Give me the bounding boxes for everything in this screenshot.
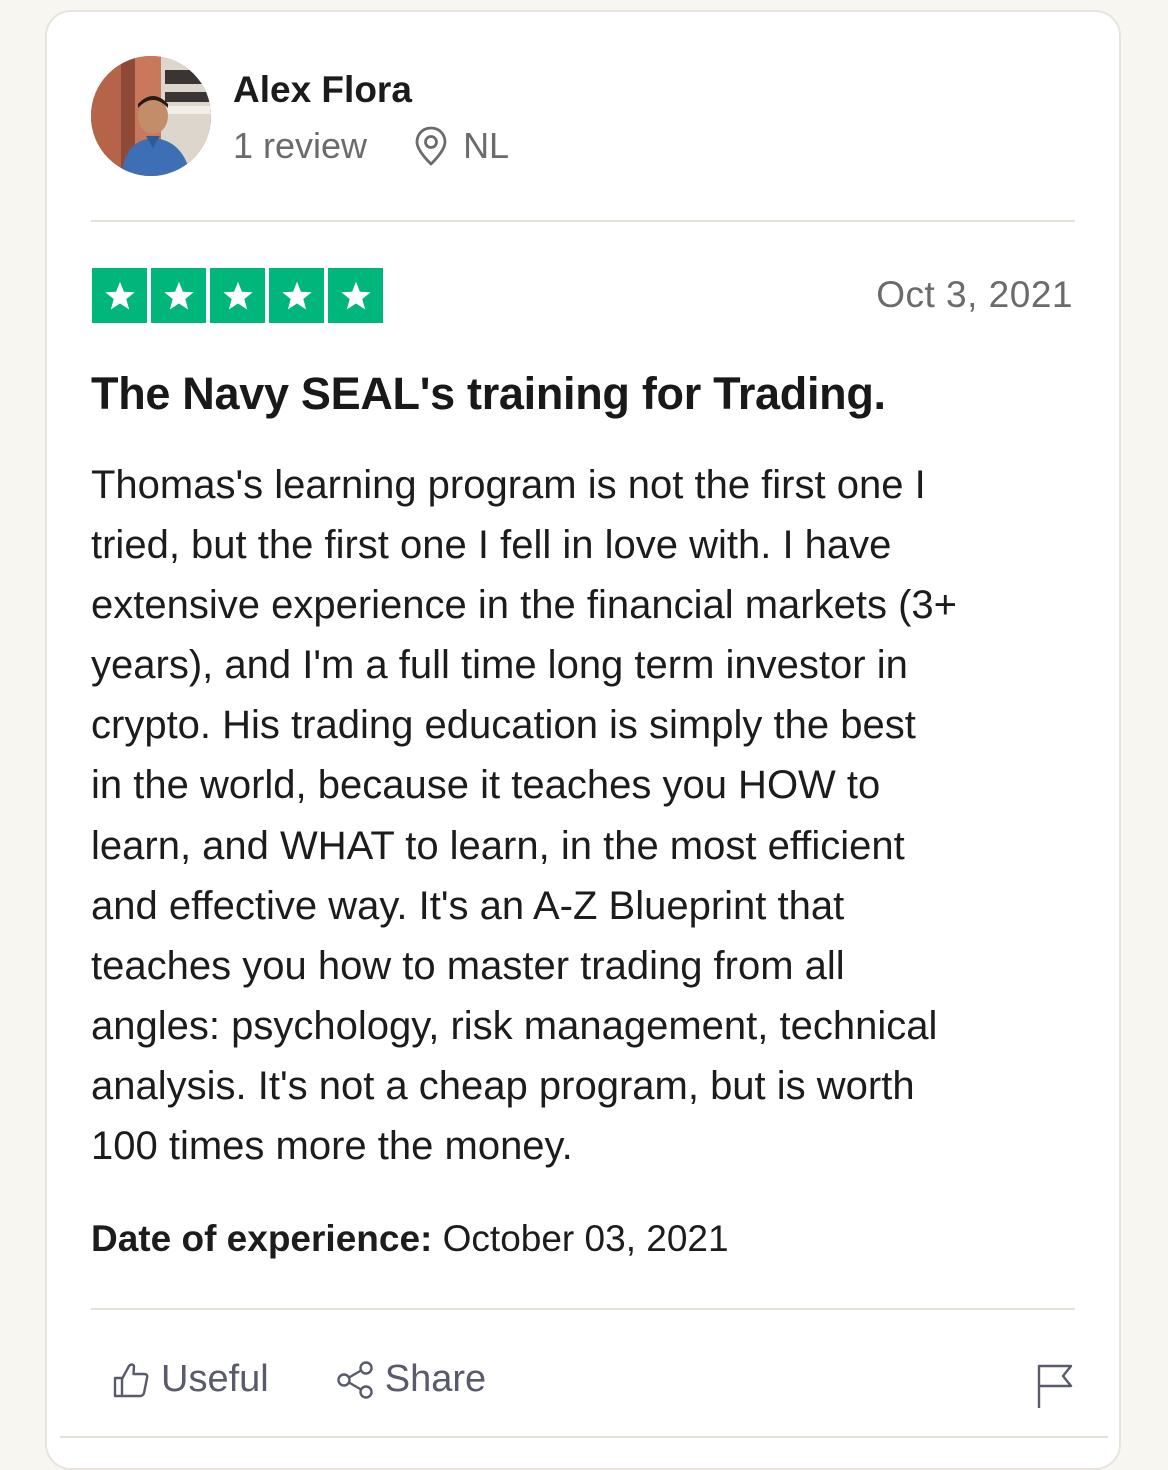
bottom-divider (60, 1436, 1108, 1438)
review-body-line: and effective way. It's an A-Z Blueprint… (91, 883, 845, 928)
review-body-line: angles: psychology, risk management, tec… (91, 1003, 938, 1048)
star-icon (269, 268, 324, 323)
useful-button[interactable]: Useful (111, 1358, 269, 1401)
avatar[interactable] (91, 56, 211, 176)
share-icon (337, 1360, 373, 1399)
star-icon (328, 268, 383, 323)
date-of-experience: Date of experience: October 03, 2021 (91, 1216, 729, 1262)
review-body-line: crypto. His trading education is simply … (91, 703, 916, 748)
review-body-line: Thomas's learning program is not the fir… (91, 463, 926, 507)
reviewer-country: NL (463, 125, 510, 166)
star-rating (92, 268, 387, 323)
useful-label: Useful (161, 1358, 269, 1400)
reviewer-name[interactable]: Alex Flora (233, 67, 509, 113)
review-body-line: in the world, because it teaches you HOW… (91, 763, 881, 808)
avatar-photo (91, 56, 211, 176)
review-body-line: tried, but the first one I fell in love … (91, 523, 892, 568)
star-icon (210, 268, 265, 323)
review-date: Oct 3, 2021 (876, 274, 1073, 315)
star-icon (92, 268, 147, 323)
star-icon (151, 268, 206, 323)
review-title[interactable]: The Navy SEAL's training for Trading. (91, 366, 886, 422)
review-body-line: learn, and WHAT to learn, in the most ef… (91, 823, 905, 868)
review-actions: Useful Share (111, 1358, 486, 1401)
share-button[interactable]: Share (335, 1358, 486, 1401)
flag-icon (1037, 1364, 1073, 1408)
review-body: Thomas's learning program is not the fir… (91, 455, 1091, 1176)
review-body-line: teaches you how to master trading from a… (91, 943, 845, 988)
review-body-line: analysis. It's not a cheap program, but … (91, 1063, 915, 1108)
experience-date: October 03, 2021 (442, 1218, 729, 1259)
thumbs-up-icon (113, 1362, 149, 1397)
reviewer-header: Alex Flora 1 review NL (91, 56, 509, 176)
location-pin-icon (413, 125, 449, 167)
review-count: 1 review (233, 125, 368, 166)
header-divider (91, 220, 1075, 222)
reviewer-meta: 1 review NL (233, 125, 509, 167)
report-flag-button[interactable] (1035, 1362, 1075, 1410)
review-body-line: years), and I'm a full time long term in… (91, 643, 908, 688)
experience-label: Date of experience: (91, 1218, 433, 1259)
review-body-line: 100 times more the money. (91, 1124, 573, 1169)
review-card: Alex Flora 1 review NL Oct 3, 2021 The N… (45, 10, 1121, 1470)
review-body-line: extensive experience in the financial ma… (91, 583, 958, 628)
reviewer-info: Alex Flora 1 review NL (233, 65, 509, 167)
share-label: Share (384, 1358, 487, 1400)
footer-divider (91, 1308, 1075, 1310)
